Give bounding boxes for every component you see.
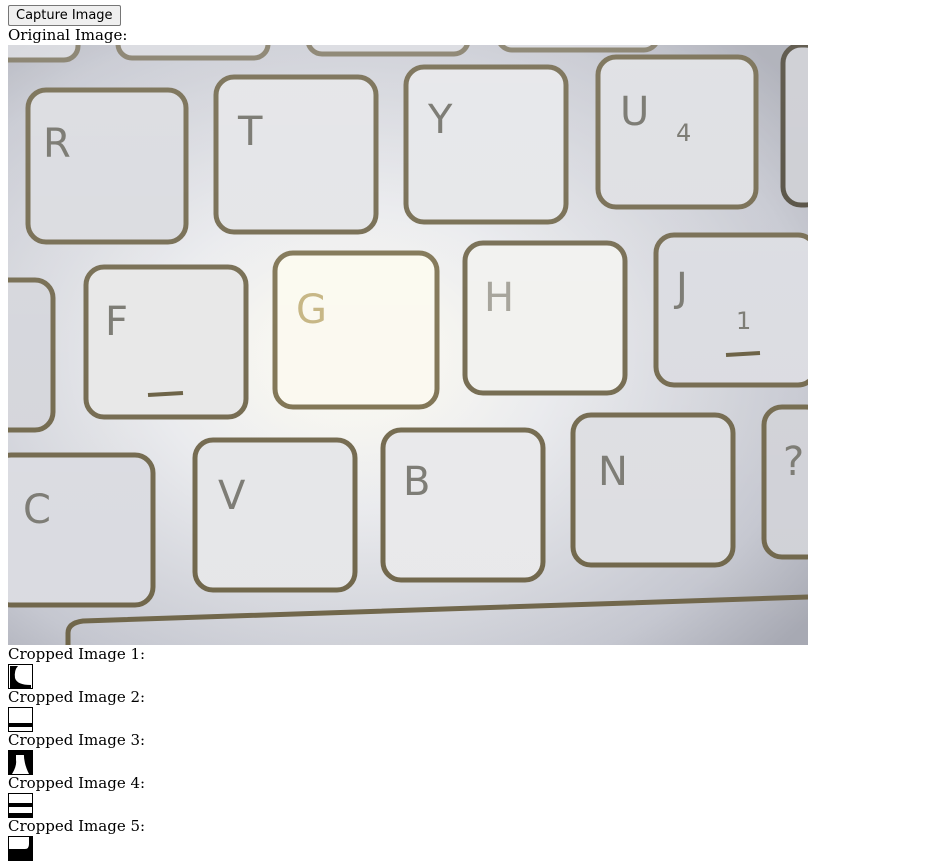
key-label-g: G [296,287,327,333]
key-label-t: T [237,109,263,155]
capture-image-button[interactable]: Capture Image [8,5,121,26]
key-label-j: J [673,265,688,311]
cropped-image-4-label: Cropped Image 4: [8,774,146,792]
key-label-v: V [218,473,246,519]
cropped-image-1 [8,664,33,689]
cropped-image-3-label: Cropped Image 3: [8,731,146,749]
cropped-image-2-label: Cropped Image 2: [8,688,146,706]
key-label-1: 1 [736,307,751,335]
key-label-f: F [105,299,128,345]
cropped-image-5 [8,836,33,861]
original-image: R T Y U 4 F G H J 1 C V B N ? [8,45,808,645]
key-label-h: H [484,275,514,321]
key-label-n: N [598,449,628,495]
cropped-image-2 [8,707,33,732]
cropped-image-4 [8,793,33,818]
key-label-b: B [403,459,430,505]
cropped-image-3 [8,750,33,775]
cropped-image-1-label: Cropped Image 1: [8,645,146,663]
key-label-c: C [23,487,51,533]
page-content: Capture Image Original Image: R T Y U 4 … [8,5,929,861]
key-label-4: 4 [676,119,691,147]
key-label-question: ? [783,439,804,485]
key-label-r: R [43,121,71,167]
cropped-image-5-label: Cropped Image 5: [8,817,146,835]
key-label-u: U [620,89,649,135]
key-label-y: Y [427,97,453,143]
original-image-label: Original Image: [8,26,128,44]
